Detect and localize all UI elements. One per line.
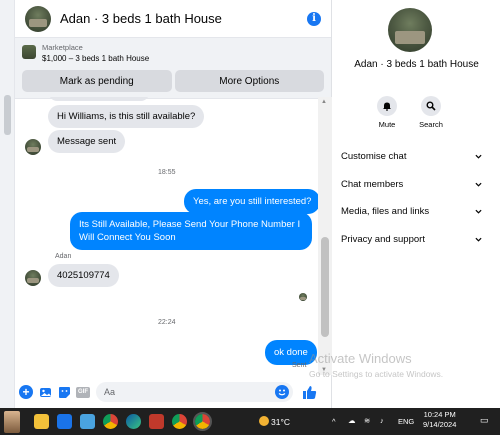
chevron-down-icon [475, 209, 482, 214]
thumbs-up-icon[interactable] [302, 385, 317, 400]
scroll-up-icon[interactable]: ▲ [321, 99, 327, 105]
store-icon[interactable] [80, 414, 95, 429]
chat-title[interactable]: Adan · 3 beds 1 bath House [60, 11, 307, 26]
info-icon[interactable]: i [307, 11, 321, 26]
message-input[interactable]: Aa [96, 382, 293, 402]
sender-name: Adan [55, 253, 72, 260]
temperature[interactable]: 31°C [271, 417, 290, 427]
clock[interactable]: 10:24 PM 9/14/2024 [423, 410, 456, 430]
message-bubble-incoming[interactable]: Message sent [48, 130, 126, 153]
wifi-icon[interactable]: ≋ [364, 416, 370, 425]
menu-label: Media, files and links [341, 205, 430, 217]
chevron-up-icon[interactable]: ^ [332, 417, 336, 426]
message-bubble-partial [49, 97, 149, 101]
cloud-icon[interactable]: ☁ [348, 416, 356, 425]
chrome-active-icon[interactable] [193, 412, 212, 431]
listing-thumbnail [22, 45, 36, 59]
plus-icon[interactable]: + [19, 385, 33, 399]
bell-icon[interactable] [377, 96, 397, 116]
chat-header: Adan · 3 beds 1 bath House i [15, 0, 331, 38]
menu-privacy-support[interactable]: Privacy and support [341, 231, 482, 247]
volume-icon[interactable]: ♪ [380, 416, 384, 425]
gif-icon[interactable]: GIF [76, 386, 90, 398]
file-explorer-icon[interactable] [34, 414, 49, 429]
menu-media-files-links[interactable]: Media, files and links [341, 203, 482, 219]
timestamp: 22:24 [158, 319, 176, 326]
menu-customise-chat[interactable]: Customise chat [341, 148, 482, 164]
listing-row[interactable]: Marketplace $1,000 – 3 beds 1 bath House [22, 43, 324, 64]
edge-icon[interactable] [126, 414, 141, 429]
language-indicator[interactable]: ENG [398, 417, 414, 426]
image-icon[interactable] [38, 385, 52, 399]
search-action[interactable]: Search [411, 96, 451, 129]
marketplace-card: Marketplace $1,000 – 3 beds 1 bath House… [15, 38, 331, 99]
message-thread: Hi Williams, is this still available? Me… [15, 97, 318, 375]
message-bubble-incoming[interactable]: Hi Williams, is this still available? [48, 105, 205, 128]
listing-text: Marketplace $1,000 – 3 beds 1 bath House [42, 43, 149, 64]
sticker-icon[interactable] [57, 385, 71, 399]
left-scroll-thumb[interactable] [4, 95, 11, 135]
clock-date: 9/14/2024 [423, 420, 457, 429]
chevron-down-icon [475, 237, 482, 242]
watermark-title: Activate Windows [309, 351, 412, 366]
chevron-down-icon [475, 182, 482, 187]
emoji-icon[interactable] [275, 385, 289, 399]
mark-as-pending-button[interactable]: Mark as pending [22, 70, 172, 92]
notification-icon[interactable]: ▭ [480, 415, 489, 426]
widget-thumbnail[interactable] [4, 410, 20, 433]
seen-avatar [299, 293, 307, 301]
activate-windows-watermark: Activate Windows Go to Settings to activ… [309, 351, 443, 379]
snipping-icon[interactable] [149, 414, 164, 429]
sender-avatar[interactable] [25, 270, 41, 286]
mute-label: Mute [378, 120, 396, 129]
composer-bar: + GIF Aa [15, 376, 332, 408]
chevron-down-icon [475, 154, 482, 159]
watermark-subtitle: Go to Settings to activate Windows. [309, 369, 444, 379]
weather-icon[interactable] [259, 416, 269, 426]
message-status: Sent [292, 362, 307, 369]
message-bubble-outgoing[interactable]: Its Still Available, Please Send Your Ph… [70, 212, 312, 250]
search-icon[interactable] [421, 96, 441, 116]
marketplace-label: Marketplace [42, 43, 83, 52]
mute-action[interactable]: Mute [367, 96, 407, 129]
contact-avatar[interactable] [25, 5, 51, 32]
message-bubble-incoming[interactable]: 4025109774 [48, 264, 119, 287]
details-avatar[interactable] [388, 8, 432, 52]
chat-panel: Adan · 3 beds 1 bath House i Marketplace… [15, 0, 332, 408]
mail-icon[interactable] [57, 414, 72, 429]
chrome-profile-icon[interactable] [172, 414, 187, 429]
clock-time: 10:24 PM [423, 410, 456, 419]
left-scroll-strip [0, 0, 15, 408]
messenger-window: Adan · 3 beds 1 bath House i Marketplace… [0, 0, 500, 408]
thread-scrollbar[interactable]: ▲ ▼ [318, 97, 332, 375]
chrome-icon[interactable] [103, 414, 118, 429]
sender-avatar[interactable] [25, 139, 41, 155]
input-placeholder: Aa [104, 387, 116, 397]
more-options-button[interactable]: More Options [174, 70, 324, 92]
menu-label: Privacy and support [341, 233, 425, 245]
card-buttons: Mark as pending More Options [22, 70, 324, 92]
details-title: Adan · 3 beds 1 bath House [354, 59, 479, 70]
search-label: Search [419, 120, 443, 129]
listing-price: $1,000 – 3 beds 1 bath House [42, 54, 150, 63]
scrollbar-thumb[interactable] [321, 237, 329, 337]
menu-label: Customise chat [341, 150, 407, 162]
menu-chat-members[interactable]: Chat members [341, 176, 482, 192]
message-bubble-outgoing[interactable]: Yes, are you still interested? [184, 189, 318, 214]
timestamp: 18:55 [158, 169, 176, 176]
menu-label: Chat members [341, 178, 404, 190]
details-panel: Adan · 3 beds 1 bath House Mute Search C… [333, 0, 500, 408]
